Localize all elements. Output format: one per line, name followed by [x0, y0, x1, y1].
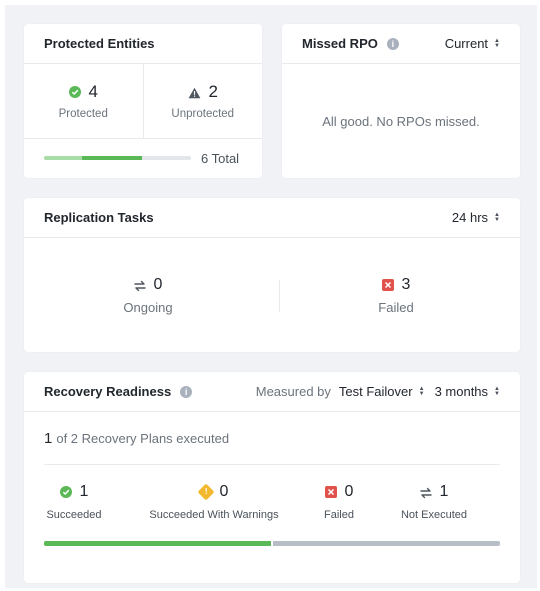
- divider: [44, 464, 500, 465]
- failed-stat[interactable]: 0 Failed: [309, 483, 369, 521]
- readiness-progress-bar: [44, 541, 500, 546]
- card-header: Protected Entities: [24, 24, 262, 64]
- total-label: 6 Total: [201, 150, 240, 166]
- dashboard-canvas: Protected Entities 4 Protected 2 Unprote…: [5, 5, 537, 588]
- progress-segment-not-executed: [273, 541, 500, 546]
- failed-label: Failed: [378, 299, 414, 315]
- sort-caret-icon: ▲ ▼: [494, 37, 500, 49]
- executed-text: of 2 Recovery Plans executed: [56, 431, 230, 446]
- info-icon[interactable]: i: [386, 37, 399, 50]
- stat-label: Failed: [324, 509, 354, 521]
- measured-by-label: Measured by: [255, 384, 331, 399]
- card-header: Missed RPO i Current ▲ ▼: [282, 24, 520, 64]
- not-executed-stat[interactable]: 1 Not Executed: [389, 483, 479, 521]
- stat-count: 0: [344, 483, 354, 500]
- info-icon[interactable]: i: [180, 385, 193, 398]
- sync-arrows-icon: [133, 279, 146, 291]
- card-header: Recovery Readiness i Measured by Test Fa…: [24, 372, 520, 412]
- protected-entities-card: Protected Entities 4 Protected 2 Unprote…: [24, 24, 262, 178]
- readiness-range-dropdown[interactable]: 3 months ▲ ▼: [435, 384, 500, 399]
- sort-caret-icon: ▲ ▼: [494, 211, 500, 223]
- empty-message: All good. No RPOs missed.: [322, 113, 480, 129]
- error-x-icon: [381, 278, 394, 291]
- replication-stats: 0 Ongoing 3 Failed: [24, 238, 520, 352]
- stat-count: 1: [439, 483, 449, 500]
- entities-progress-row: 6 Total: [24, 139, 262, 177]
- readiness-range-value: 3 months: [434, 384, 489, 399]
- card-header: Replication Tasks 24 hrs ▲ ▼: [24, 198, 520, 238]
- check-circle-icon: [68, 86, 81, 98]
- replication-range-dropdown[interactable]: 24 hrs ▲ ▼: [452, 210, 500, 225]
- check-circle-icon: [59, 486, 72, 498]
- recovery-readiness-card: Recovery Readiness i Measured by Test Fa…: [24, 372, 520, 583]
- warning-diamond-icon: !: [197, 483, 215, 501]
- card-title: Missed RPO: [302, 36, 378, 51]
- unprotected-count: 2: [208, 82, 218, 101]
- measured-by-value: Test Failover: [338, 384, 413, 399]
- executed-summary: 1 of 2 Recovery Plans executed: [44, 430, 229, 447]
- sync-arrows-icon: [419, 486, 432, 499]
- stat-count: 1: [79, 483, 89, 500]
- warning-triangle-icon: [188, 86, 201, 99]
- sort-caret-icon: ▲ ▼: [494, 385, 500, 397]
- ongoing-label: Ongoing: [123, 299, 173, 315]
- executed-count: 1: [44, 430, 53, 447]
- card-title: Replication Tasks: [44, 210, 154, 225]
- stat-label: Not Executed: [400, 509, 468, 521]
- missed-rpo-card: Missed RPO i Current ▲ ▼ All good. No RPO…: [282, 24, 520, 178]
- rpo-filter-value: Current: [444, 36, 489, 51]
- succeeded-with-warnings-stat[interactable]: ! 0 Succeeded With Warnings: [134, 483, 294, 521]
- protected-stat[interactable]: 4 Protected: [24, 64, 144, 138]
- sort-caret-icon: ▲ ▼: [418, 385, 425, 397]
- error-x-icon: [324, 486, 337, 498]
- ongoing-stat[interactable]: 0 Ongoing: [24, 238, 272, 352]
- stat-label: Succeeded With Warnings: [149, 509, 279, 521]
- progress-segment-light: [44, 156, 82, 160]
- failed-stat[interactable]: 3 Failed: [272, 238, 520, 352]
- replication-tasks-card: Replication Tasks 24 hrs ▲ ▼ 0 Ongoing 3…: [24, 198, 520, 352]
- card-title: Recovery Readiness: [44, 384, 172, 399]
- failed-count: 3: [401, 275, 411, 293]
- card-title: Protected Entities: [44, 36, 155, 51]
- protected-label: Protected: [58, 108, 108, 120]
- progress-segment-succeeded: [44, 541, 271, 546]
- divider: [279, 280, 280, 312]
- entities-progress-bar: [44, 156, 191, 160]
- progress-segment-fill: [82, 156, 142, 160]
- readiness-filters: Measured by Test Failover ▲ ▼ 3 months ▲ ▼: [256, 384, 500, 399]
- protected-count: 4: [88, 82, 98, 101]
- measured-by-dropdown[interactable]: Test Failover ▲ ▼: [339, 384, 425, 399]
- unprotected-stat[interactable]: 2 Unprotected: [144, 64, 263, 138]
- stat-label: Succeeded: [46, 509, 102, 521]
- replication-range-value: 24 hrs: [451, 210, 489, 225]
- rpo-body: All good. No RPOs missed.: [282, 64, 520, 178]
- unprotected-label: Unprotected: [171, 108, 235, 120]
- ongoing-count: 0: [153, 275, 163, 293]
- succeeded-stat[interactable]: 1 Succeeded: [44, 483, 104, 521]
- rpo-filter-dropdown[interactable]: Current ▲ ▼: [445, 36, 500, 51]
- entities-stats: 4 Protected 2 Unprotected: [24, 64, 262, 139]
- stat-count: 0: [219, 483, 229, 500]
